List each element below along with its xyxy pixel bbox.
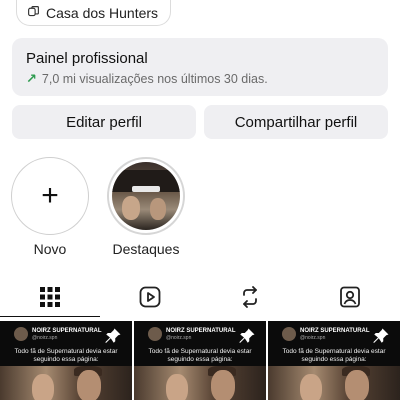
post-tile[interactable]: NOIRZ SUPERNATURAL @noirz.spn Todo fã de… xyxy=(0,321,132,400)
pin-icon xyxy=(105,328,121,343)
dashboard-title: Painel profissional xyxy=(26,50,148,67)
tagged-person-icon xyxy=(340,286,360,308)
post-account-name: NOIRZ SUPERNATURAL xyxy=(166,327,236,334)
post-account-name: NOIRZ SUPERNATURAL xyxy=(300,327,370,334)
highlight-cover-image xyxy=(112,162,180,230)
plus-icon: + xyxy=(41,179,59,212)
highlight-label-destaques: Destaques xyxy=(112,241,180,257)
post-caption: Todo fã de Supernatural devia estar segu… xyxy=(14,348,118,363)
post-avatar xyxy=(14,327,28,341)
profile-tabs xyxy=(0,279,400,317)
post-handle: @noirz.spn xyxy=(166,334,192,341)
post-avatar xyxy=(148,327,162,341)
pin-icon xyxy=(373,328,389,343)
threads-profile-chip[interactable]: Casa dos Hunters xyxy=(16,0,172,26)
post-handle: @noirz.spn xyxy=(32,334,58,341)
highlight-destaques[interactable]: Destaques xyxy=(106,157,186,257)
tab-reposts[interactable] xyxy=(200,279,300,315)
highlight-label-new: Novo xyxy=(33,241,67,257)
threads-icon xyxy=(27,5,40,21)
post-photo xyxy=(0,366,132,400)
tab-tagged[interactable] xyxy=(300,279,400,315)
edit-profile-button[interactable]: Editar perfil xyxy=(12,105,196,139)
threads-chip-label: Casa dos Hunters xyxy=(46,4,159,21)
highlight-new[interactable]: + Novo xyxy=(10,157,90,257)
repost-icon xyxy=(243,286,257,308)
post-tile[interactable]: NOIRZ SUPERNATURAL @noirz.spn Todo fã de… xyxy=(268,321,400,400)
pin-icon xyxy=(239,328,255,343)
post-caption: Todo fã de Supernatural devia estar segu… xyxy=(148,348,252,363)
grid-icon xyxy=(40,287,60,307)
post-photo xyxy=(134,366,266,400)
new-highlight-circle[interactable]: + xyxy=(11,157,89,235)
post-tile[interactable]: NOIRZ SUPERNATURAL @noirz.spn Todo fã de… xyxy=(134,321,266,400)
dashboard-subtitle: 7,0 mi visualizações nos últimos 30 dias… xyxy=(41,72,268,86)
post-photo xyxy=(268,366,400,400)
post-handle: @noirz.spn xyxy=(300,334,326,341)
trend-up-arrow-icon: ↗ xyxy=(26,71,37,86)
share-profile-button[interactable]: Compartilhar perfil xyxy=(204,105,388,139)
professional-dashboard[interactable]: Painel profissional ↗ 7,0 mi visualizaçõ… xyxy=(12,38,388,96)
post-account-name: NOIRZ SUPERNATURAL xyxy=(32,327,102,334)
post-caption: Todo fã de Supernatural devia estar segu… xyxy=(282,348,386,363)
highlight-cover-ring[interactable] xyxy=(107,157,185,235)
dashboard-subtitle-row: ↗ 7,0 mi visualizações nos últimos 30 di… xyxy=(26,71,374,87)
reels-play-icon xyxy=(139,286,161,308)
tab-grid[interactable] xyxy=(0,279,100,317)
tab-reels[interactable] xyxy=(100,279,200,315)
post-avatar xyxy=(282,327,296,341)
posts-grid: NOIRZ SUPERNATURAL @noirz.spn Todo fã de… xyxy=(0,321,400,400)
